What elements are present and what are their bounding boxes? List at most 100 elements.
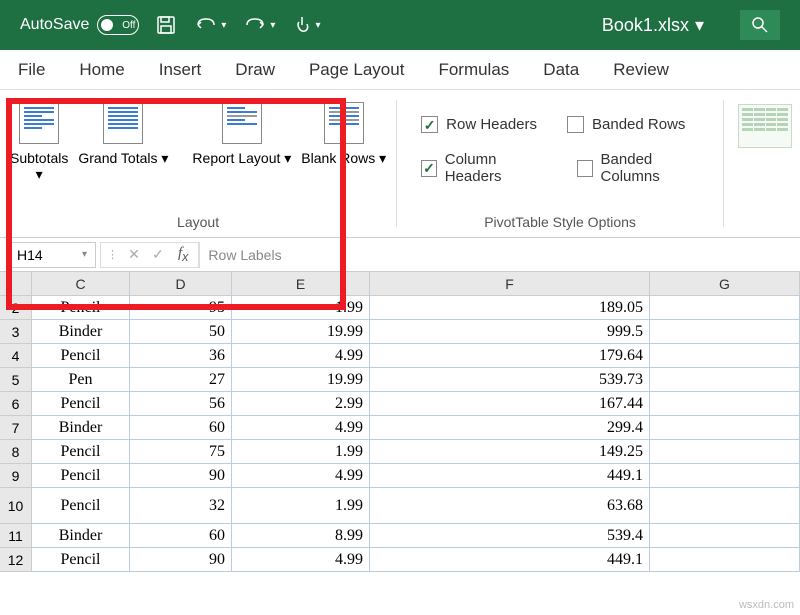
cell[interactable]: Pencil	[32, 440, 130, 464]
cell[interactable]: 4.99	[232, 416, 370, 440]
cell[interactable]: Pencil	[32, 296, 130, 320]
name-box[interactable]: H14	[8, 242, 96, 268]
row-header[interactable]: 8	[0, 440, 32, 464]
row-header[interactable]: 7	[0, 416, 32, 440]
row-headers-checkbox[interactable]: Row Headers	[421, 116, 537, 133]
cell[interactable]: 167.44	[370, 392, 650, 416]
cell[interactable]: 63.68	[370, 488, 650, 524]
report-layout-button[interactable]: Report Layout ▾	[190, 98, 293, 186]
banded-rows-checkbox[interactable]: Banded Rows	[567, 116, 685, 133]
cell[interactable]: 179.64	[370, 344, 650, 368]
menu-formulas[interactable]: Formulas	[438, 60, 509, 80]
col-header-d[interactable]: D	[130, 272, 232, 296]
cell[interactable]	[650, 416, 800, 440]
cell[interactable]: 2.99	[232, 392, 370, 416]
cell[interactable]: 90	[130, 464, 232, 488]
cell[interactable]: 999.5	[370, 320, 650, 344]
row-header[interactable]: 5	[0, 368, 32, 392]
cell[interactable]: 449.1	[370, 464, 650, 488]
cell[interactable]	[650, 368, 800, 392]
row-header[interactable]: 3	[0, 320, 32, 344]
cell[interactable]: 539.4	[370, 524, 650, 548]
col-header-e[interactable]: E	[232, 272, 370, 296]
cell[interactable]: Pencil	[32, 548, 130, 572]
cell[interactable]: Pen	[32, 368, 130, 392]
cell[interactable]: 60	[130, 524, 232, 548]
cell[interactable]	[650, 524, 800, 548]
dropdown-icon[interactable]: ⋮	[103, 248, 122, 261]
row-header[interactable]: 10	[0, 488, 32, 524]
cell[interactable]	[650, 392, 800, 416]
col-header-c[interactable]: C	[32, 272, 130, 296]
cell[interactable]	[650, 344, 800, 368]
pivottable-styles[interactable]	[724, 90, 800, 237]
row-header[interactable]: 11	[0, 524, 32, 548]
banded-columns-checkbox[interactable]: Banded Columns	[577, 151, 705, 185]
grand-totals-button[interactable]: Grand Totals ▾	[76, 98, 170, 186]
cell[interactable]: 27	[130, 368, 232, 392]
toggle-switch[interactable]: Off	[97, 15, 139, 35]
fx-icon[interactable]: fx	[178, 245, 188, 264]
menu-insert[interactable]: Insert	[159, 60, 202, 80]
cell[interactable]: 1.99	[232, 488, 370, 524]
row-header[interactable]: 4	[0, 344, 32, 368]
subtotals-button[interactable]: Subtotals▾	[8, 98, 70, 186]
row-header[interactable]: 2	[0, 296, 32, 320]
blank-rows-button[interactable]: Blank Rows ▾	[299, 98, 388, 186]
cell[interactable]: 4.99	[232, 344, 370, 368]
formula-input[interactable]: Row Labels	[199, 242, 800, 268]
cell[interactable]: 189.05	[370, 296, 650, 320]
cell[interactable]	[650, 488, 800, 524]
row-header[interactable]: 9	[0, 464, 32, 488]
row-header[interactable]: 6	[0, 392, 32, 416]
cell[interactable]: Pencil	[32, 488, 130, 524]
enter-button[interactable]: ✓	[146, 246, 170, 263]
cell[interactable]: 1.99	[232, 440, 370, 464]
cell[interactable]: 36	[130, 344, 232, 368]
cell[interactable]: 299.4	[370, 416, 650, 440]
save-button[interactable]	[155, 14, 177, 36]
row-header[interactable]: 12	[0, 548, 32, 572]
menu-data[interactable]: Data	[543, 60, 579, 80]
col-header-g[interactable]: G	[650, 272, 800, 296]
col-header-f[interactable]: F	[370, 272, 650, 296]
menu-home[interactable]: Home	[79, 60, 124, 80]
cell[interactable]: Binder	[32, 320, 130, 344]
cell[interactable]: 4.99	[232, 464, 370, 488]
cell[interactable]: 149.25	[370, 440, 650, 464]
cell[interactable]: Binder	[32, 416, 130, 440]
cancel-button[interactable]: ✕	[122, 246, 146, 263]
cell[interactable]: 449.1	[370, 548, 650, 572]
cell[interactable]	[650, 548, 800, 572]
cell[interactable]: 19.99	[232, 368, 370, 392]
menu-file[interactable]: File	[18, 60, 45, 80]
autosave-toggle[interactable]: AutoSave Off	[20, 15, 139, 35]
cell[interactable]: 539.73	[370, 368, 650, 392]
cell[interactable]: 32	[130, 488, 232, 524]
cell[interactable]: Pencil	[32, 464, 130, 488]
cell[interactable]: 95	[130, 296, 232, 320]
undo-button[interactable]: ▾	[193, 14, 226, 36]
redo-button[interactable]: ▾	[242, 14, 275, 36]
cell[interactable]: 8.99	[232, 524, 370, 548]
cell[interactable]: 60	[130, 416, 232, 440]
touch-mode-button[interactable]: ▾	[291, 14, 320, 36]
cell[interactable]	[650, 296, 800, 320]
cell[interactable]	[650, 440, 800, 464]
document-title[interactable]: Book1.xlsx ▾	[602, 15, 704, 36]
cell[interactable]: Pencil	[32, 392, 130, 416]
cell[interactable]: Binder	[32, 524, 130, 548]
menu-page-layout[interactable]: Page Layout	[309, 60, 404, 80]
cell[interactable]: 75	[130, 440, 232, 464]
cell[interactable]: 56	[130, 392, 232, 416]
menu-draw[interactable]: Draw	[235, 60, 275, 80]
cell[interactable]: Pencil	[32, 344, 130, 368]
cell[interactable]	[650, 320, 800, 344]
spreadsheet-grid[interactable]: C D E F G 2Pencil951.99189.053Binder5019…	[0, 272, 800, 572]
cell[interactable]: 50	[130, 320, 232, 344]
cell[interactable]	[650, 464, 800, 488]
cell[interactable]: 19.99	[232, 320, 370, 344]
cell[interactable]: 90	[130, 548, 232, 572]
column-headers-checkbox[interactable]: Column Headers	[421, 151, 547, 185]
search-button[interactable]	[740, 10, 780, 40]
